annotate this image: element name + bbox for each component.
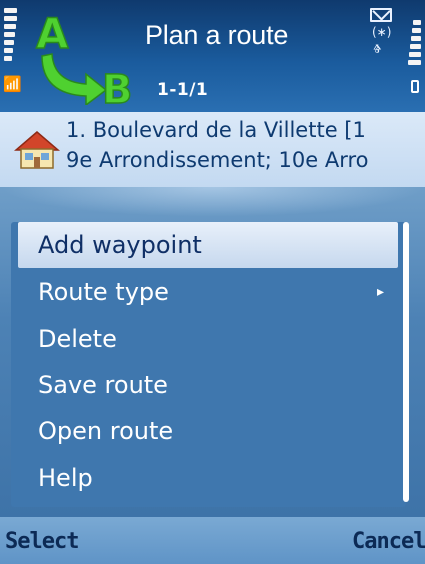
waypoint-address: 1. Boulevard de la Villette [1	[66, 118, 366, 142]
usb-icon: Ⱖ	[373, 42, 382, 57]
menu-item-label: Open route	[38, 417, 174, 445]
antenna-icon: 📶	[3, 75, 22, 93]
page-title: Plan a route	[145, 20, 289, 50]
route-counter: 1-1/1	[157, 80, 209, 100]
softkey-bar: Select Cancel	[0, 517, 425, 564]
menu-item-save-route[interactable]: Save route	[18, 362, 398, 408]
status-bar: 📶 A B Plan a route 1-1/1 (∗) Ⱖ	[0, 0, 425, 112]
menu-glow	[0, 187, 425, 217]
menu-scrollbar[interactable]	[403, 222, 409, 502]
route-arrow-icon	[41, 53, 108, 105]
menu-item-add-waypoint[interactable]: Add waypoint	[18, 222, 398, 268]
logo-letter-a: A	[36, 10, 69, 58]
envelope-icon	[370, 8, 392, 22]
menu-item-help[interactable]: Help	[18, 455, 398, 501]
menu-item-label: Route type	[38, 278, 169, 306]
menu-item-label: Delete	[38, 325, 117, 353]
house-icon	[14, 131, 60, 169]
signal-strength-icon	[4, 8, 20, 64]
waypoint-item[interactable]: 1. Boulevard de la Villette [1 9e Arrond…	[0, 112, 425, 187]
battery-icon	[411, 80, 419, 93]
menu-item-label: Help	[38, 464, 93, 492]
submenu-arrow-icon: ▸	[376, 284, 384, 300]
route-planner-logo: A B	[35, 10, 133, 105]
cancel-softkey[interactable]: Cancel	[352, 529, 425, 554]
logo-letter-b: B	[102, 67, 133, 105]
battery-level-icon	[405, 20, 421, 68]
bluetooth-icon: (∗)	[372, 25, 392, 39]
menu-item-route-type[interactable]: Route type ▸	[18, 269, 398, 315]
menu-item-open-route[interactable]: Open route	[18, 408, 398, 454]
menu-item-delete[interactable]: Delete	[18, 316, 398, 362]
select-softkey[interactable]: Select	[5, 529, 79, 554]
menu-item-label: Save route	[38, 371, 168, 399]
menu-item-label: Add waypoint	[38, 231, 202, 259]
waypoint-district: 9e Arrondissement; 10e Arro	[66, 148, 369, 172]
